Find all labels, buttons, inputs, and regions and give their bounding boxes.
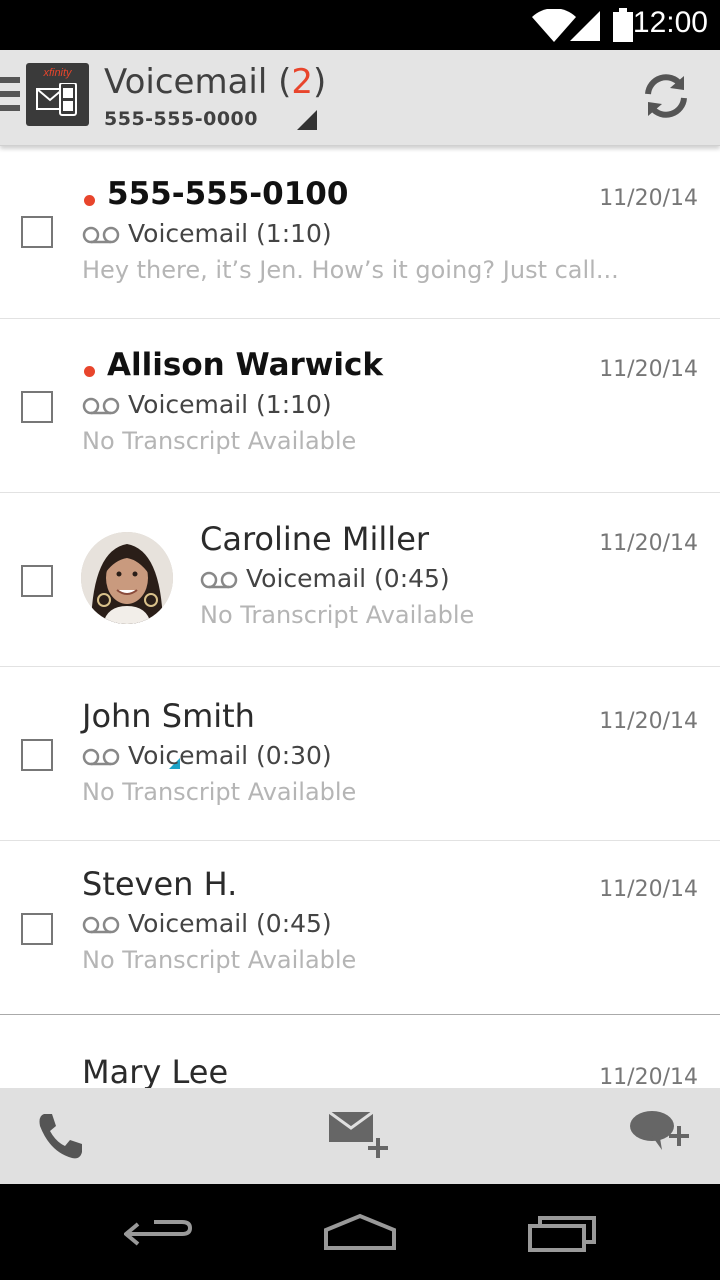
unread-dot xyxy=(84,366,95,377)
dropdown-triangle-icon[interactable] xyxy=(297,110,317,130)
contact-avatar[interactable] xyxy=(81,532,173,624)
voicemail-row[interactable]: Steven H. 11/20/14 Voicemail (0:45) No T… xyxy=(0,841,720,1015)
voicemail-duration: Voicemail (1:10) xyxy=(128,219,332,248)
select-checkbox[interactable] xyxy=(21,565,53,597)
phone-icon[interactable] xyxy=(34,1110,86,1162)
contact-photo xyxy=(81,532,173,624)
voicemail-icon xyxy=(82,226,120,244)
select-checkbox[interactable] xyxy=(21,391,53,423)
transcript-preview: No Transcript Available xyxy=(82,778,357,806)
unread-dot xyxy=(84,195,95,206)
voicemail-row[interactable]: 555-555-0100 11/20/14 Voicemail (1:10) H… xyxy=(0,146,720,319)
caller-name: John Smith xyxy=(82,697,255,735)
transcript-preview: No Transcript Available xyxy=(200,601,475,629)
message-date: 11/20/14 xyxy=(599,186,698,211)
bottom-toolbar xyxy=(0,1088,720,1184)
brand-label: xfinity xyxy=(43,67,72,79)
action-bar: xfinity Voicemail (2) 555-555-0000 xyxy=(0,50,720,146)
menu-icon[interactable] xyxy=(0,77,24,121)
status-bar: 12:00 xyxy=(0,0,720,50)
message-date: 11/20/14 xyxy=(599,1065,698,1088)
app-logo-icon[interactable]: xfinity xyxy=(26,63,89,126)
battery-icon xyxy=(613,8,633,42)
caller-name: Caroline Miller xyxy=(200,520,430,558)
select-checkbox[interactable] xyxy=(21,739,53,771)
voicemail-row[interactable]: John Smith 11/20/14 Voicemail (0:30) No … xyxy=(0,667,720,841)
transcript-preview: No Transcript Available xyxy=(82,427,357,455)
message-date: 11/20/14 xyxy=(599,531,698,556)
voicemail-info: Voicemail (1:10) xyxy=(82,390,332,419)
voicemail-row[interactable]: Mary Lee 11/20/14 xyxy=(0,1015,720,1088)
mail-phone-icon xyxy=(36,83,77,116)
signal-icon xyxy=(570,11,600,41)
message-date: 11/20/14 xyxy=(599,877,698,902)
compose-message-icon[interactable] xyxy=(327,1108,391,1162)
title-label: Voicemail xyxy=(104,62,268,102)
message-date: 11/20/14 xyxy=(599,709,698,734)
voicemail-icon xyxy=(82,916,120,934)
status-clock: 12:00 xyxy=(632,6,708,39)
account-phone: 555-555-0000 xyxy=(104,108,258,130)
voicemail-icon xyxy=(82,397,120,415)
home-icon[interactable] xyxy=(322,1212,398,1252)
caller-name: Mary Lee xyxy=(82,1053,229,1088)
page-title[interactable]: Voicemail (2) xyxy=(104,62,326,102)
navigation-bar xyxy=(0,1184,720,1280)
voicemail-icon xyxy=(200,571,238,589)
message-date: 11/20/14 xyxy=(599,357,698,382)
caller-name: 555-555-0100 xyxy=(107,176,349,212)
select-checkbox[interactable] xyxy=(21,216,53,248)
unread-count: 2 xyxy=(291,62,314,102)
voicemail-row[interactable]: Caroline Miller 11/20/14 Voicemail (0:45… xyxy=(0,493,720,769)
voicemail-duration: Voicemail (0:45) xyxy=(246,564,450,593)
new-chat-icon[interactable] xyxy=(628,1110,692,1160)
caller-name: Allison Warwick xyxy=(107,347,384,383)
voicemail-info: Voicemail (0:30) xyxy=(82,741,332,770)
voicemail-icon xyxy=(82,748,120,766)
voicemail-info: Voicemail (0:45) xyxy=(200,564,450,593)
voicemail-duration: Voicemail (0:45) xyxy=(128,909,332,938)
voicemail-duration: Voicemail (0:30) xyxy=(128,741,332,770)
voicemail-list[interactable]: 555-555-0100 11/20/14 Voicemail (1:10) H… xyxy=(0,146,720,1088)
voicemail-duration: Voicemail (1:10) xyxy=(128,390,332,419)
transcript-preview: No Transcript Available xyxy=(82,946,357,974)
back-icon[interactable] xyxy=(124,1214,194,1254)
voicemail-info: Voicemail (0:45) xyxy=(82,909,332,938)
transcript-preview: Hey there, it’s Jen. How’s it going? Jus… xyxy=(82,256,619,284)
caller-name: Steven H. xyxy=(82,865,238,903)
voicemail-row[interactable]: Allison Warwick 11/20/14 Voicemail (1:10… xyxy=(0,319,720,493)
refresh-icon[interactable] xyxy=(640,70,692,122)
select-checkbox[interactable] xyxy=(21,913,53,945)
voicemail-info: Voicemail (1:10) xyxy=(82,219,332,248)
recents-icon[interactable] xyxy=(526,1214,598,1254)
